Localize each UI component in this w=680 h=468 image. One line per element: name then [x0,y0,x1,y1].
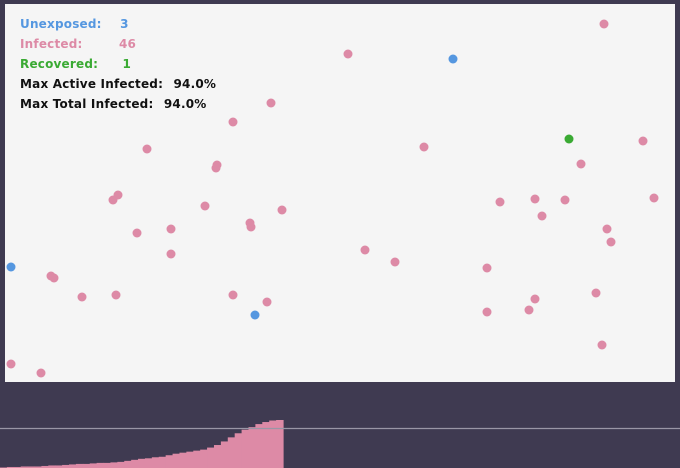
infected-person-dot [111,290,121,300]
graph-bar [144,458,153,468]
infected-person-dot [591,288,601,298]
graph-bar [248,427,256,468]
graph-bar [89,463,98,468]
infected-person-dot [228,290,238,300]
infected-person-dot [599,19,609,29]
unexposed-person-dot [250,310,260,320]
graph-bar [138,458,146,468]
graph-bar [220,441,229,468]
graph-bar [234,433,243,468]
infected-person-dot [108,195,118,205]
infected-person-dot [132,228,142,238]
graph-bar [179,452,187,468]
infected-person-dot [390,257,400,267]
infected-person-dot [211,163,221,173]
infected-person-dot [77,292,87,302]
graph-bar [82,463,91,468]
infected-person-dot [495,197,505,207]
graph-bar [110,462,118,468]
graph-bar [213,445,222,468]
infected-person-dot [638,136,648,146]
infected-person-dot [166,249,176,259]
infected-person-dot [262,297,272,307]
graph-bar [69,464,77,468]
graph-bar [227,437,236,468]
graph-bar [186,451,194,468]
infected-person-dot [530,194,540,204]
infected-person-dot [482,307,492,317]
recovered-person-dot [564,134,574,144]
population-dots [6,19,659,378]
infected-person-dot [266,98,276,108]
infected-person-dot [166,224,176,234]
infected-person-dot [606,237,616,247]
infected-person-dot [246,222,256,232]
graph-bar [151,457,160,468]
infected-person-dot [576,159,586,169]
graph-bar [193,450,201,468]
infected-person-dot [530,294,540,304]
infected-person-dot [36,368,46,378]
graph-bar [200,449,208,468]
infected-person-dot [200,201,210,211]
infected-person-dot [537,211,547,221]
graph-bar [207,447,215,468]
infected-person-dot [228,117,238,127]
graph-bar [165,455,174,468]
infected-person-dot [482,263,492,273]
graph-bar [276,420,284,468]
graph-bar [96,462,105,468]
graph-bar [172,453,181,468]
infected-person-dot [343,49,353,59]
graph-bar [241,429,250,468]
unexposed-person-dot [6,262,16,272]
infected-person-dot [419,142,429,152]
infected-person-dot [560,195,570,205]
graph-bar [75,463,84,468]
infection-graph [0,420,680,468]
infected-person-dot [597,340,607,350]
infected-person-dot [49,273,59,283]
infected-person-dot [649,193,659,203]
graph-bar [158,456,167,468]
graph-bar [269,420,277,468]
unexposed-person-dot [448,54,458,64]
graph-bar [124,460,132,468]
graph-bar [103,462,112,468]
infected-person-dot [524,305,534,315]
infected-person-dot [6,359,16,369]
infected-person-dot [142,144,152,154]
graph-bar [255,424,263,468]
infected-person-dot [277,205,287,215]
infected-person-dot [360,245,370,255]
infected-person-dot [602,224,612,234]
graph-bar [131,459,139,468]
graph-bar [117,461,125,468]
